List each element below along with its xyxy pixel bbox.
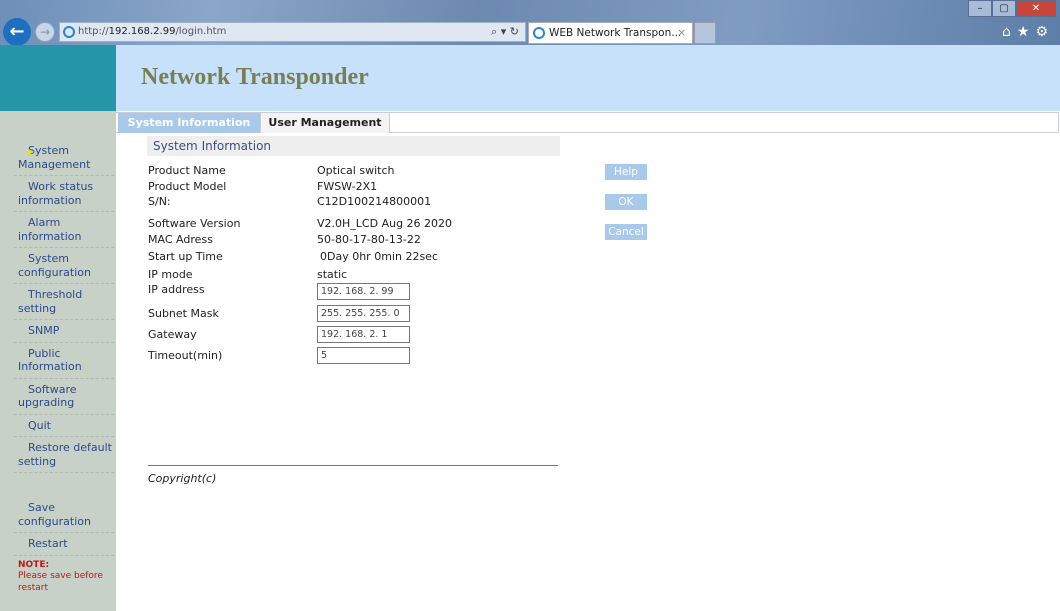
subnet-mask-input[interactable]: 255. 255. 255. 0 bbox=[317, 305, 410, 322]
url-path: /login.htm bbox=[175, 26, 227, 37]
sidebar-item-software-upgrading[interactable]: Software upgrading bbox=[14, 379, 114, 415]
sidebar-item-save-configuration[interactable]: Save configuration bbox=[14, 497, 114, 533]
software-version-row: Software Version V2.0H_LCD Aug 26 2020 bbox=[148, 217, 453, 230]
footer-divider bbox=[148, 465, 558, 466]
sidebar-item-alarm[interactable]: Alarm information bbox=[14, 212, 114, 248]
minimize-button[interactable]: – bbox=[968, 0, 992, 17]
close-window-button[interactable]: ✕ bbox=[1016, 0, 1056, 17]
page-header: Network Transponder bbox=[116, 45, 1060, 111]
note-title: NOTE: bbox=[18, 559, 50, 570]
timeout-row: Timeout(min) 5 bbox=[148, 347, 410, 364]
ip-address-input[interactable]: 192. 168. 2. 99 bbox=[317, 283, 410, 300]
maximize-button[interactable]: ▢ bbox=[992, 0, 1016, 17]
url-prefix: http:// bbox=[78, 26, 109, 37]
product-name-value: Optical switch bbox=[317, 164, 395, 177]
serial-number-value: C12D100214800001 bbox=[317, 195, 432, 208]
ok-button[interactable]: OK bbox=[605, 194, 647, 210]
product-model-value: FWSW-2X1 bbox=[317, 180, 378, 193]
startup-time-value: 0Day 0hr 0min 22sec bbox=[320, 250, 438, 263]
mac-address-value: 50-80-17-80-13-22 bbox=[317, 233, 421, 246]
sidebar: ▶ System Management Work status informati… bbox=[0, 111, 116, 611]
header-logo-area bbox=[0, 45, 116, 111]
product-model-row: Product Model FWSW-2X1 bbox=[148, 180, 378, 193]
arrow-icon: ▶ bbox=[28, 147, 35, 156]
url-host: 192.168.2.99 bbox=[108, 26, 176, 37]
sidebar-item-restart[interactable]: Restart bbox=[14, 533, 114, 556]
sidebar-item-snmp[interactable]: SNMP bbox=[14, 320, 114, 343]
copyright: Copyright(c) bbox=[148, 472, 217, 485]
note-text: Please save before restart bbox=[18, 571, 103, 593]
back-button[interactable]: ← bbox=[3, 18, 31, 46]
subnet-mask-row: Subnet Mask 255. 255. 255. 0 bbox=[148, 305, 410, 322]
sidebar-item-system-configuration[interactable]: System configuration bbox=[14, 248, 114, 284]
ie-icon bbox=[63, 26, 75, 38]
tab-system-information[interactable]: System Information bbox=[118, 113, 260, 133]
browser-chrome: ← → http://192.168.2.99/login.htm ⌕ ▾ ↻ … bbox=[0, 0, 1060, 46]
address-bar[interactable]: http://192.168.2.99/login.htm ⌕ ▾ ↻ bbox=[59, 22, 526, 42]
sidebar-item-system-management[interactable]: ▶ System Management bbox=[14, 140, 114, 176]
restart-note: NOTE: Please save before restart bbox=[14, 556, 114, 595]
sidebar-item-quit[interactable]: Quit bbox=[14, 415, 114, 437]
forward-button[interactable]: → bbox=[35, 22, 55, 42]
search-refresh-icons[interactable]: ⌕ ▾ ↻ bbox=[491, 23, 519, 41]
browser-tab[interactable]: WEB Network Transpon... × bbox=[528, 22, 693, 44]
window-controls: – ▢ ✕ bbox=[968, 0, 1056, 17]
software-version-value: V2.0H_LCD Aug 26 2020 bbox=[317, 217, 453, 230]
help-button[interactable]: Help bbox=[605, 164, 647, 180]
sidebar-item-restore-default[interactable]: Restore default setting bbox=[14, 437, 114, 473]
tab-title: WEB Network Transpon... bbox=[549, 27, 682, 39]
home-favorites-settings-icons[interactable]: ⌂★⚙ bbox=[1002, 24, 1054, 40]
gateway-row: Gateway 192. 168. 2. 1 bbox=[148, 326, 410, 343]
startup-time-row: Start up Time 0Day 0hr 0min 22sec bbox=[148, 250, 438, 263]
product-name-row: Product Name Optical switch bbox=[148, 164, 395, 177]
timeout-input[interactable]: 5 bbox=[317, 347, 410, 364]
ip-address-row: IP address 192. 168. 2. 99 bbox=[148, 283, 410, 300]
page-title: Network Transponder bbox=[141, 64, 369, 90]
ie-icon bbox=[533, 27, 545, 39]
sidebar-item-public-information[interactable]: Public Information bbox=[14, 343, 114, 379]
ip-mode-value: static bbox=[317, 268, 348, 281]
tab-user-management[interactable]: User Management bbox=[260, 113, 390, 133]
tab-bar: System Information User Management bbox=[116, 112, 1059, 133]
sidebar-item-threshold[interactable]: Threshold setting bbox=[14, 284, 114, 320]
mac-address-row: MAC Adress 50-80-17-80-13-22 bbox=[148, 233, 421, 246]
close-tab-icon[interactable]: × bbox=[677, 23, 686, 43]
serial-number-row: S/N: C12D100214800001 bbox=[148, 195, 432, 208]
new-tab-button[interactable] bbox=[694, 22, 716, 44]
cancel-button[interactable]: Cancel bbox=[605, 224, 647, 240]
gateway-input[interactable]: 192. 168. 2. 1 bbox=[317, 326, 410, 343]
sidebar-item-work-status[interactable]: Work status information bbox=[14, 176, 114, 212]
ip-mode-row: IP mode static bbox=[148, 268, 348, 281]
section-title: System Information bbox=[147, 136, 560, 156]
